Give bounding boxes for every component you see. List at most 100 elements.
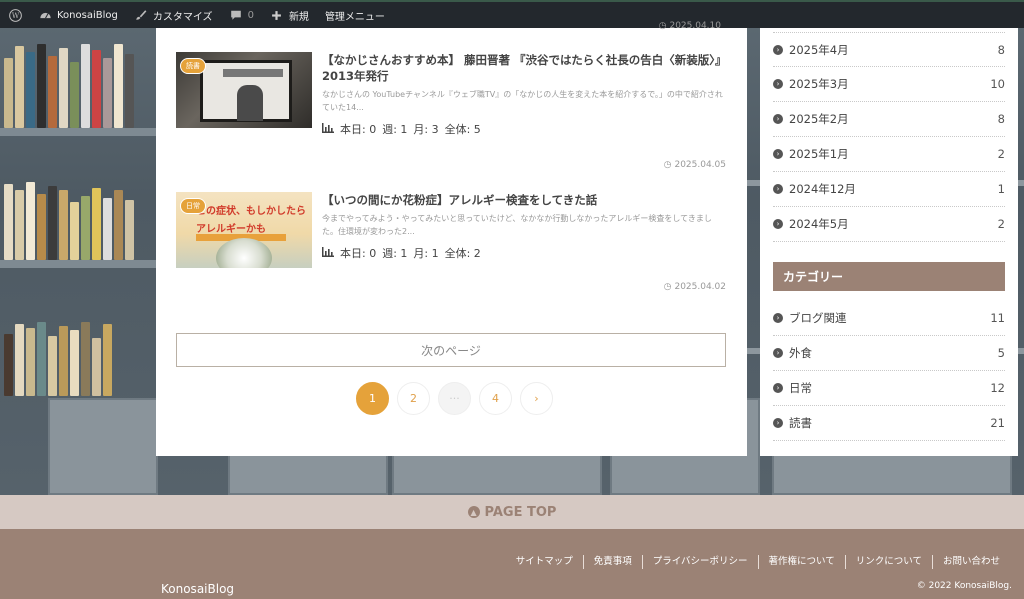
- chevron-right-circle-icon: ›: [773, 79, 783, 89]
- category-count: 12: [990, 381, 1005, 395]
- post-card[interactable]: 読書 【なかじさんおすすめ本】 藤田晋著 『渋谷ではたらく社長の告白〈新装版〉』…: [176, 52, 726, 172]
- post-date: ◷ 2025.04.05: [664, 160, 726, 170]
- archive-item[interactable]: › 2024年5月 2: [773, 207, 1005, 242]
- post-title[interactable]: 【なかじさんおすすめ本】 藤田晋著 『渋谷ではたらく社長の告白〈新装版〉』201…: [322, 52, 726, 84]
- chevron-right-circle-icon: ›: [773, 149, 783, 159]
- customize-link[interactable]: カスタマイズ: [126, 1, 221, 29]
- archive-item[interactable]: › 2025年3月 10: [773, 67, 1005, 102]
- category-item[interactable]: › 外食 5: [773, 336, 1005, 371]
- clock-icon: ◷: [658, 21, 667, 31]
- archive-label: 2024年12月: [789, 182, 856, 196]
- footer-link-contact[interactable]: お問い合わせ: [931, 555, 1010, 569]
- category-badge[interactable]: 日常: [180, 198, 206, 214]
- stat-today: 本日: 0: [340, 123, 377, 136]
- archive-count: 1: [997, 182, 1005, 196]
- footer-link-sitemap[interactable]: サイトマップ: [506, 555, 583, 569]
- post-date-text: 2025.04.10: [669, 21, 721, 31]
- footer-nav: サイトマップ 免責事項 プライバシーポリシー 著作権について リンクについて お…: [506, 555, 1010, 569]
- shelf: [0, 128, 160, 136]
- chevron-right-circle-icon: ›: [773, 348, 783, 358]
- category-count: 5: [997, 346, 1005, 360]
- post-card[interactable]: この症状、もしかしたら アレルギーかも 日常 【いつの間にか花粉症】アレルギー検…: [176, 192, 726, 312]
- stat-total: 全体: 2: [444, 247, 481, 260]
- chevron-right-circle-icon: ›: [773, 219, 783, 229]
- category-item[interactable]: › ブログ関連 11: [773, 301, 1005, 336]
- brush-icon: [134, 8, 148, 22]
- thumbnail-image: [216, 238, 272, 268]
- footer: サイトマップ 免責事項 プライバシーポリシー 著作権について リンクについて お…: [0, 529, 1024, 599]
- stat-week: 週: 1: [382, 247, 408, 260]
- site-name-label: KonosaiBlog: [57, 9, 118, 21]
- manage-menu-link[interactable]: 管理メニュー: [317, 1, 393, 29]
- shelf: [746, 180, 760, 186]
- archive-list: › 2025年4月 8 › 2025年3月 10 › 2025年2月 8 › 2025年…: [760, 28, 1018, 242]
- category-item[interactable]: › 日常 12: [773, 371, 1005, 406]
- pagination: 1 2 ··· 4 ›: [356, 382, 553, 415]
- page-4-button[interactable]: 4: [479, 382, 512, 415]
- wordpress-menu[interactable]: W: [0, 1, 30, 29]
- comments-link[interactable]: 0: [221, 1, 262, 29]
- category-label: 外食: [789, 346, 812, 360]
- archive-count: 2: [997, 147, 1005, 161]
- stat-week: 週: 1: [382, 123, 408, 136]
- site-name-link[interactable]: KonosaiBlog: [30, 1, 126, 29]
- footer-link-links[interactable]: リンクについて: [844, 555, 932, 569]
- comment-icon: [229, 8, 243, 22]
- page-1-button[interactable]: 1: [356, 382, 389, 415]
- page-2-button[interactable]: 2: [397, 382, 430, 415]
- archive-count: 8: [997, 112, 1005, 126]
- chevron-right-circle-icon: ›: [773, 313, 783, 323]
- archive-item[interactable]: › 2025年1月 2: [773, 137, 1005, 172]
- category-widget-title: カテゴリー: [773, 262, 1005, 291]
- chevron-up-circle-icon: ▲: [467, 506, 480, 518]
- post-date-text: 2025.04.05: [674, 160, 726, 170]
- post-title[interactable]: 【いつの間にか花粉症】アレルギー検査をしてきた話: [322, 192, 726, 208]
- thumbnail-image: [200, 60, 292, 122]
- stat-today: 本日: 0: [340, 247, 377, 260]
- cabinet: [48, 398, 158, 495]
- next-page-button[interactable]: 次のページ: [176, 333, 726, 367]
- page-top-button[interactable]: ▲ PAGE TOP: [0, 495, 1024, 529]
- footer-logo[interactable]: KonosaiBlog: [161, 582, 234, 596]
- main-content: ◷ 2025.04.10 読書 【なかじさんおすすめ本】 藤田晋著 『渋谷ではた…: [156, 21, 747, 456]
- shelf: [1018, 348, 1024, 354]
- archive-count: 10: [990, 77, 1005, 91]
- shelf: [1018, 180, 1024, 186]
- category-count: 21: [990, 416, 1005, 430]
- sidebar: › 2025年4月 8 › 2025年3月 10 › 2025年2月 8 › 2025年…: [760, 28, 1018, 456]
- footer-link-privacy[interactable]: プライバシーポリシー: [641, 555, 758, 569]
- archive-label: 2025年2月: [789, 112, 849, 126]
- bookshelf-books: [0, 180, 160, 260]
- chevron-right-circle-icon: ›: [773, 114, 783, 124]
- archive-item[interactable]: › 2025年4月 8: [773, 32, 1005, 67]
- next-page-arrow-button[interactable]: ›: [520, 382, 553, 415]
- post-body: 【いつの間にか花粉症】アレルギー検査をしてきた話 今までやってみよう・やってみた…: [322, 192, 726, 261]
- page-ellipsis: ···: [438, 382, 471, 415]
- bookshelf-books: [0, 40, 160, 128]
- chevron-right-circle-icon: ›: [773, 418, 783, 428]
- footer-link-copyright[interactable]: 著作権について: [757, 555, 845, 569]
- post-view-stats: 本日: 0 週: 1 月: 1 全体: 2: [322, 245, 726, 261]
- archive-item[interactable]: › 2024年12月 1: [773, 172, 1005, 207]
- stat-total: 全体: 5: [444, 123, 481, 136]
- category-list: › ブログ関連 11 › 外食 5 › 日常 12 › 読書 21: [760, 301, 1018, 441]
- post-thumbnail[interactable]: 読書: [176, 52, 312, 128]
- post-date: ◷ 2025.04.10: [659, 21, 721, 31]
- category-badge[interactable]: 読書: [180, 58, 206, 74]
- admin-bar: W KonosaiBlog カスタマイズ 0 新規 管理メニュー: [0, 0, 1024, 28]
- new-content-link[interactable]: 新規: [262, 1, 317, 29]
- category-label: ブログ関連: [789, 311, 847, 325]
- thumbnail-text: アレルギーかも: [196, 224, 266, 235]
- svg-text:W: W: [11, 11, 19, 20]
- customize-label: カスタマイズ: [152, 11, 213, 23]
- wordpress-icon: W: [8, 8, 22, 22]
- footer-link-disclaimer[interactable]: 免責事項: [582, 555, 642, 569]
- category-item[interactable]: › 読書 21: [773, 406, 1005, 441]
- chevron-right-circle-icon: ›: [773, 383, 783, 393]
- archive-item[interactable]: › 2025年2月 8: [773, 102, 1005, 137]
- dashboard-icon: [38, 8, 52, 22]
- bar-chart-icon: [322, 122, 334, 136]
- archive-label: 2025年3月: [789, 77, 849, 91]
- post-excerpt: 今までやってみよう・やってみたいと思っていたけど、なかなか行動しなかったアレルギ…: [322, 214, 712, 236]
- post-thumbnail[interactable]: この症状、もしかしたら アレルギーかも 日常: [176, 192, 312, 268]
